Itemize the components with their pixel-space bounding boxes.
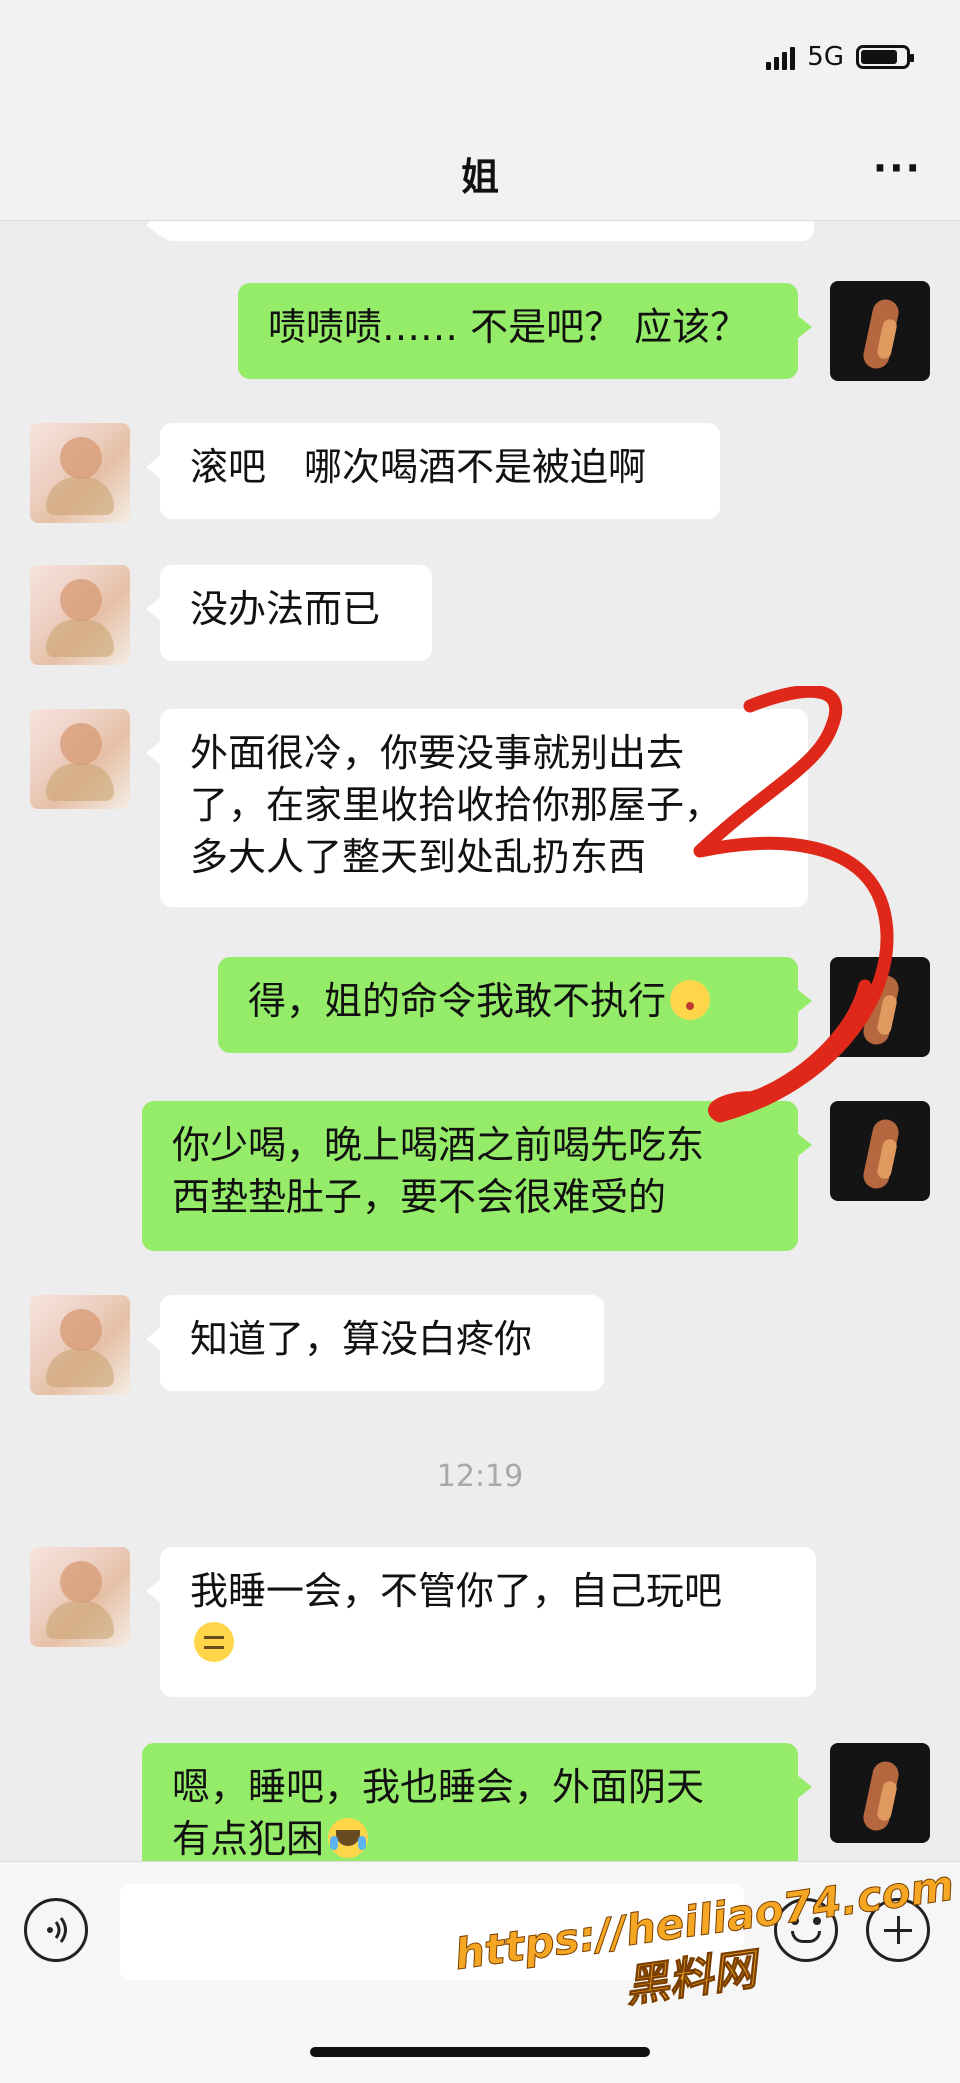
- message-timestamp: 12:19: [436, 1459, 524, 1494]
- sister-avatar[interactable]: [30, 1295, 130, 1395]
- voice-input-button[interactable]: [24, 1898, 88, 1962]
- message-text: 啧啧啧…… 不是吧？ 应该？: [268, 305, 749, 349]
- message-line: 了，在家里收拾收拾你那屋子，: [190, 783, 723, 827]
- message-bubble-partial: [146, 221, 814, 241]
- loudly-crying-face-icon: [328, 1818, 369, 1858]
- message-text: 知道了，算没白疼你: [190, 1317, 533, 1361]
- message-line: 西垫垫肚子，要不会很难受的: [172, 1175, 667, 1219]
- unamused-face-icon: [194, 1622, 234, 1662]
- message-bubble-incoming[interactable]: 滚吧 哪次喝酒不是被迫啊: [146, 423, 720, 519]
- message-bubble-outgoing[interactable]: 啧啧啧…… 不是吧？ 应该？: [238, 283, 812, 379]
- message-line: 外面很冷，你要没事就别出去: [190, 731, 685, 775]
- message-bubble-incoming[interactable]: 我睡一会，不管你了，自己玩吧: [146, 1547, 816, 1697]
- message-bubble-outgoing[interactable]: 嗯，睡吧，我也睡会，外面阴天 有点犯困: [142, 1743, 812, 1861]
- message-line: 你少喝，晚上喝酒之前喝先吃东: [172, 1123, 705, 1167]
- kissing-face-icon: [670, 980, 711, 1020]
- message-bubble-incoming[interactable]: 外面很冷，你要没事就别出去 了，在家里收拾收拾你那屋子， 多大人了整天到处乱扔东…: [146, 709, 808, 907]
- message-bubble-incoming[interactable]: 没办法而已: [146, 565, 432, 661]
- message-text: 滚吧 哪次喝酒不是被迫啊: [190, 445, 647, 489]
- sister-avatar[interactable]: [30, 1547, 130, 1647]
- message-list[interactable]: 啧啧啧…… 不是吧？ 应该？ 滚吧 哪次喝酒不是被迫啊 没办法而已 外面很冷，你…: [0, 221, 960, 1861]
- message-text: 我睡一会，不管你了，自己玩吧: [190, 1569, 723, 1613]
- network-label: 5G: [807, 42, 844, 72]
- voice-icon: [47, 1917, 67, 1943]
- sister-avatar[interactable]: [30, 423, 130, 523]
- chat-title: 姐: [460, 155, 499, 199]
- chat-header: 姐 ···: [0, 120, 960, 221]
- message-bubble-outgoing[interactable]: 得，姐的命令我敢不执行: [218, 957, 812, 1053]
- my-avatar[interactable]: [830, 957, 930, 1057]
- message-line: 有点犯困: [172, 1817, 325, 1861]
- battery-icon: [856, 45, 914, 69]
- my-avatar[interactable]: [830, 1743, 930, 1843]
- message-bubble-incoming[interactable]: 知道了，算没白疼你: [146, 1295, 604, 1391]
- my-avatar[interactable]: [830, 281, 930, 381]
- more-options-icon[interactable]: ···: [873, 146, 922, 190]
- sister-avatar[interactable]: [30, 709, 130, 809]
- message-line: 嗯，睡吧，我也睡会，外面阴天: [172, 1765, 705, 1809]
- signal-icon: [766, 44, 796, 70]
- my-avatar[interactable]: [830, 1101, 930, 1201]
- message-bubble-outgoing[interactable]: 你少喝，晚上喝酒之前喝先吃东 西垫垫肚子，要不会很难受的: [142, 1101, 812, 1251]
- message-line: 多大人了整天到处乱扔东西: [190, 835, 647, 879]
- message-text: 没办法而已: [190, 587, 381, 631]
- status-indicators: 5G: [766, 42, 914, 72]
- status-bar: 5G: [0, 0, 960, 120]
- sister-avatar[interactable]: [30, 565, 130, 665]
- message-text: 得，姐的命令我敢不执行: [248, 979, 667, 1023]
